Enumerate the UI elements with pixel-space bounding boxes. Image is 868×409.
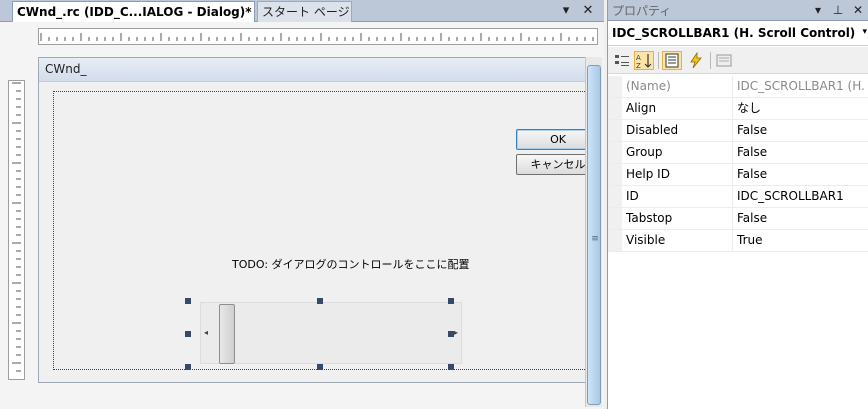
property-value[interactable]: False xyxy=(737,208,868,229)
property-row[interactable]: Help ID False xyxy=(608,164,868,186)
property-value[interactable]: True xyxy=(737,230,868,251)
row-gutter xyxy=(608,230,622,251)
resize-handle-ne[interactable] xyxy=(448,298,454,304)
horizontal-scrollbar-control[interactable]: ◂ ▸ xyxy=(200,302,462,364)
svg-text:A: A xyxy=(636,54,641,62)
resize-handle-w[interactable] xyxy=(185,331,191,337)
dialog-client-area[interactable]: OK キャンセル TODO: ダイアログのコントロールをここに配置 ◂ ▸ xyxy=(53,91,600,370)
categorized-icon[interactable] xyxy=(612,51,632,70)
property-value[interactable]: IDC_SCROLLBAR1 xyxy=(737,186,868,207)
row-gutter xyxy=(608,186,622,207)
vertical-ruler xyxy=(8,80,25,380)
property-value[interactable]: IDC_SCROLLBAR1 (H. Scroll Control) xyxy=(737,76,868,97)
ruler-ticks-horizontal xyxy=(40,33,594,41)
close-icon[interactable]: ✕ xyxy=(850,2,866,18)
property-name[interactable]: Group xyxy=(626,142,733,163)
dialog-title-bar: CWnd_ xyxy=(39,58,591,82)
pin-icon[interactable]: ⊥ xyxy=(830,2,846,18)
property-name[interactable]: Visible xyxy=(626,230,733,251)
property-row[interactable]: Visible True xyxy=(608,230,868,252)
scroll-left-arrow-icon[interactable]: ◂ xyxy=(204,328,208,337)
ruler-ticks-vertical xyxy=(12,82,21,372)
svg-text:Z: Z xyxy=(636,62,641,69)
dialog-preview[interactable]: CWnd_ OK キャンセル TODO: ダイアログのコントロールをここに配置 … xyxy=(38,57,600,383)
scroll-right-arrow-icon[interactable]: ▸ xyxy=(454,328,458,337)
property-row[interactable]: Group False xyxy=(608,142,868,164)
resize-handle-sw[interactable] xyxy=(185,364,191,370)
scrollbar-thumb[interactable] xyxy=(219,304,235,364)
chevron-down-icon[interactable]: ▾ xyxy=(862,27,867,37)
property-name[interactable]: (Name) xyxy=(626,76,733,97)
dialog-title: CWnd_ xyxy=(45,62,87,76)
property-row[interactable]: (Name)IDC_SCROLLBAR1 (H. Scroll Control) xyxy=(608,76,868,98)
tab-dropdown-icon[interactable]: ▾ xyxy=(558,3,574,19)
properties-toolbar: A Z xyxy=(608,47,868,74)
document-tab-bar: CWnd_.rc (IDD_C...IALOG - Dialog)* スタート … xyxy=(0,0,604,22)
resize-handle-e[interactable] xyxy=(448,331,454,337)
close-icon[interactable]: ✕ xyxy=(580,3,596,19)
property-value[interactable]: False xyxy=(737,142,868,163)
property-name[interactable]: ID xyxy=(626,186,733,207)
property-row[interactable]: Align なし xyxy=(608,98,868,120)
property-row[interactable]: Tabstop False xyxy=(608,208,868,230)
properties-pane: プロパティ ▾ ⊥ ✕ IDC_SCROLLBAR1 (H. Scroll Co… xyxy=(607,0,868,409)
row-gutter xyxy=(608,208,622,229)
properties-title: プロパティ xyxy=(612,4,672,18)
resize-handle-s[interactable] xyxy=(317,364,323,370)
property-value[interactable]: False xyxy=(737,164,868,185)
grip-icon: ≡ xyxy=(591,234,599,244)
property-name[interactable]: Align xyxy=(626,98,733,119)
events-icon[interactable] xyxy=(686,51,706,70)
todo-static-text[interactable]: TODO: ダイアログのコントロールをここに配置 xyxy=(232,256,470,272)
editor-vertical-scrollbar[interactable]: ≡ xyxy=(585,57,602,407)
property-row[interactable]: Disabled False xyxy=(608,120,868,142)
selected-object-name: IDC_SCROLLBAR1 (H. Scroll Control) xyxy=(612,26,856,40)
property-grid[interactable]: (Name)IDC_SCROLLBAR1 (H. Scroll Control)… xyxy=(608,76,868,252)
pane-dropdown-icon[interactable]: ▾ xyxy=(810,2,826,18)
row-gutter xyxy=(608,120,622,141)
alphabetical-icon[interactable]: A Z xyxy=(634,51,654,70)
toolbar-separator xyxy=(658,52,659,69)
tab-start-page[interactable]: スタート ページ xyxy=(257,1,352,22)
property-name[interactable]: Tabstop xyxy=(626,208,733,229)
resize-handle-se[interactable] xyxy=(448,364,454,370)
property-pages-icon[interactable] xyxy=(714,51,734,70)
editor-scrollbar-thumb[interactable]: ≡ xyxy=(587,65,601,405)
properties-icon[interactable] xyxy=(662,51,682,70)
horizontal-ruler xyxy=(38,28,598,45)
property-value[interactable]: False xyxy=(737,120,868,141)
property-name[interactable]: Help ID xyxy=(626,164,733,185)
object-selector[interactable]: IDC_SCROLLBAR1 (H. Scroll Control) ▾ xyxy=(608,22,868,46)
row-gutter xyxy=(608,142,622,163)
toolbar-separator xyxy=(710,52,711,69)
resize-handle-nw[interactable] xyxy=(185,298,191,304)
row-gutter xyxy=(608,76,622,97)
property-name[interactable]: Disabled xyxy=(626,120,733,141)
row-gutter xyxy=(608,164,622,185)
property-row[interactable]: ID IDC_SCROLLBAR1 xyxy=(608,186,868,208)
resize-handle-n[interactable] xyxy=(317,298,323,304)
properties-title-bar: プロパティ ▾ ⊥ ✕ xyxy=(608,0,868,21)
property-value[interactable]: なし xyxy=(737,98,868,119)
row-gutter xyxy=(608,98,622,119)
tab-cwnd-rc[interactable]: CWnd_.rc (IDD_C...IALOG - Dialog)* xyxy=(12,1,255,22)
